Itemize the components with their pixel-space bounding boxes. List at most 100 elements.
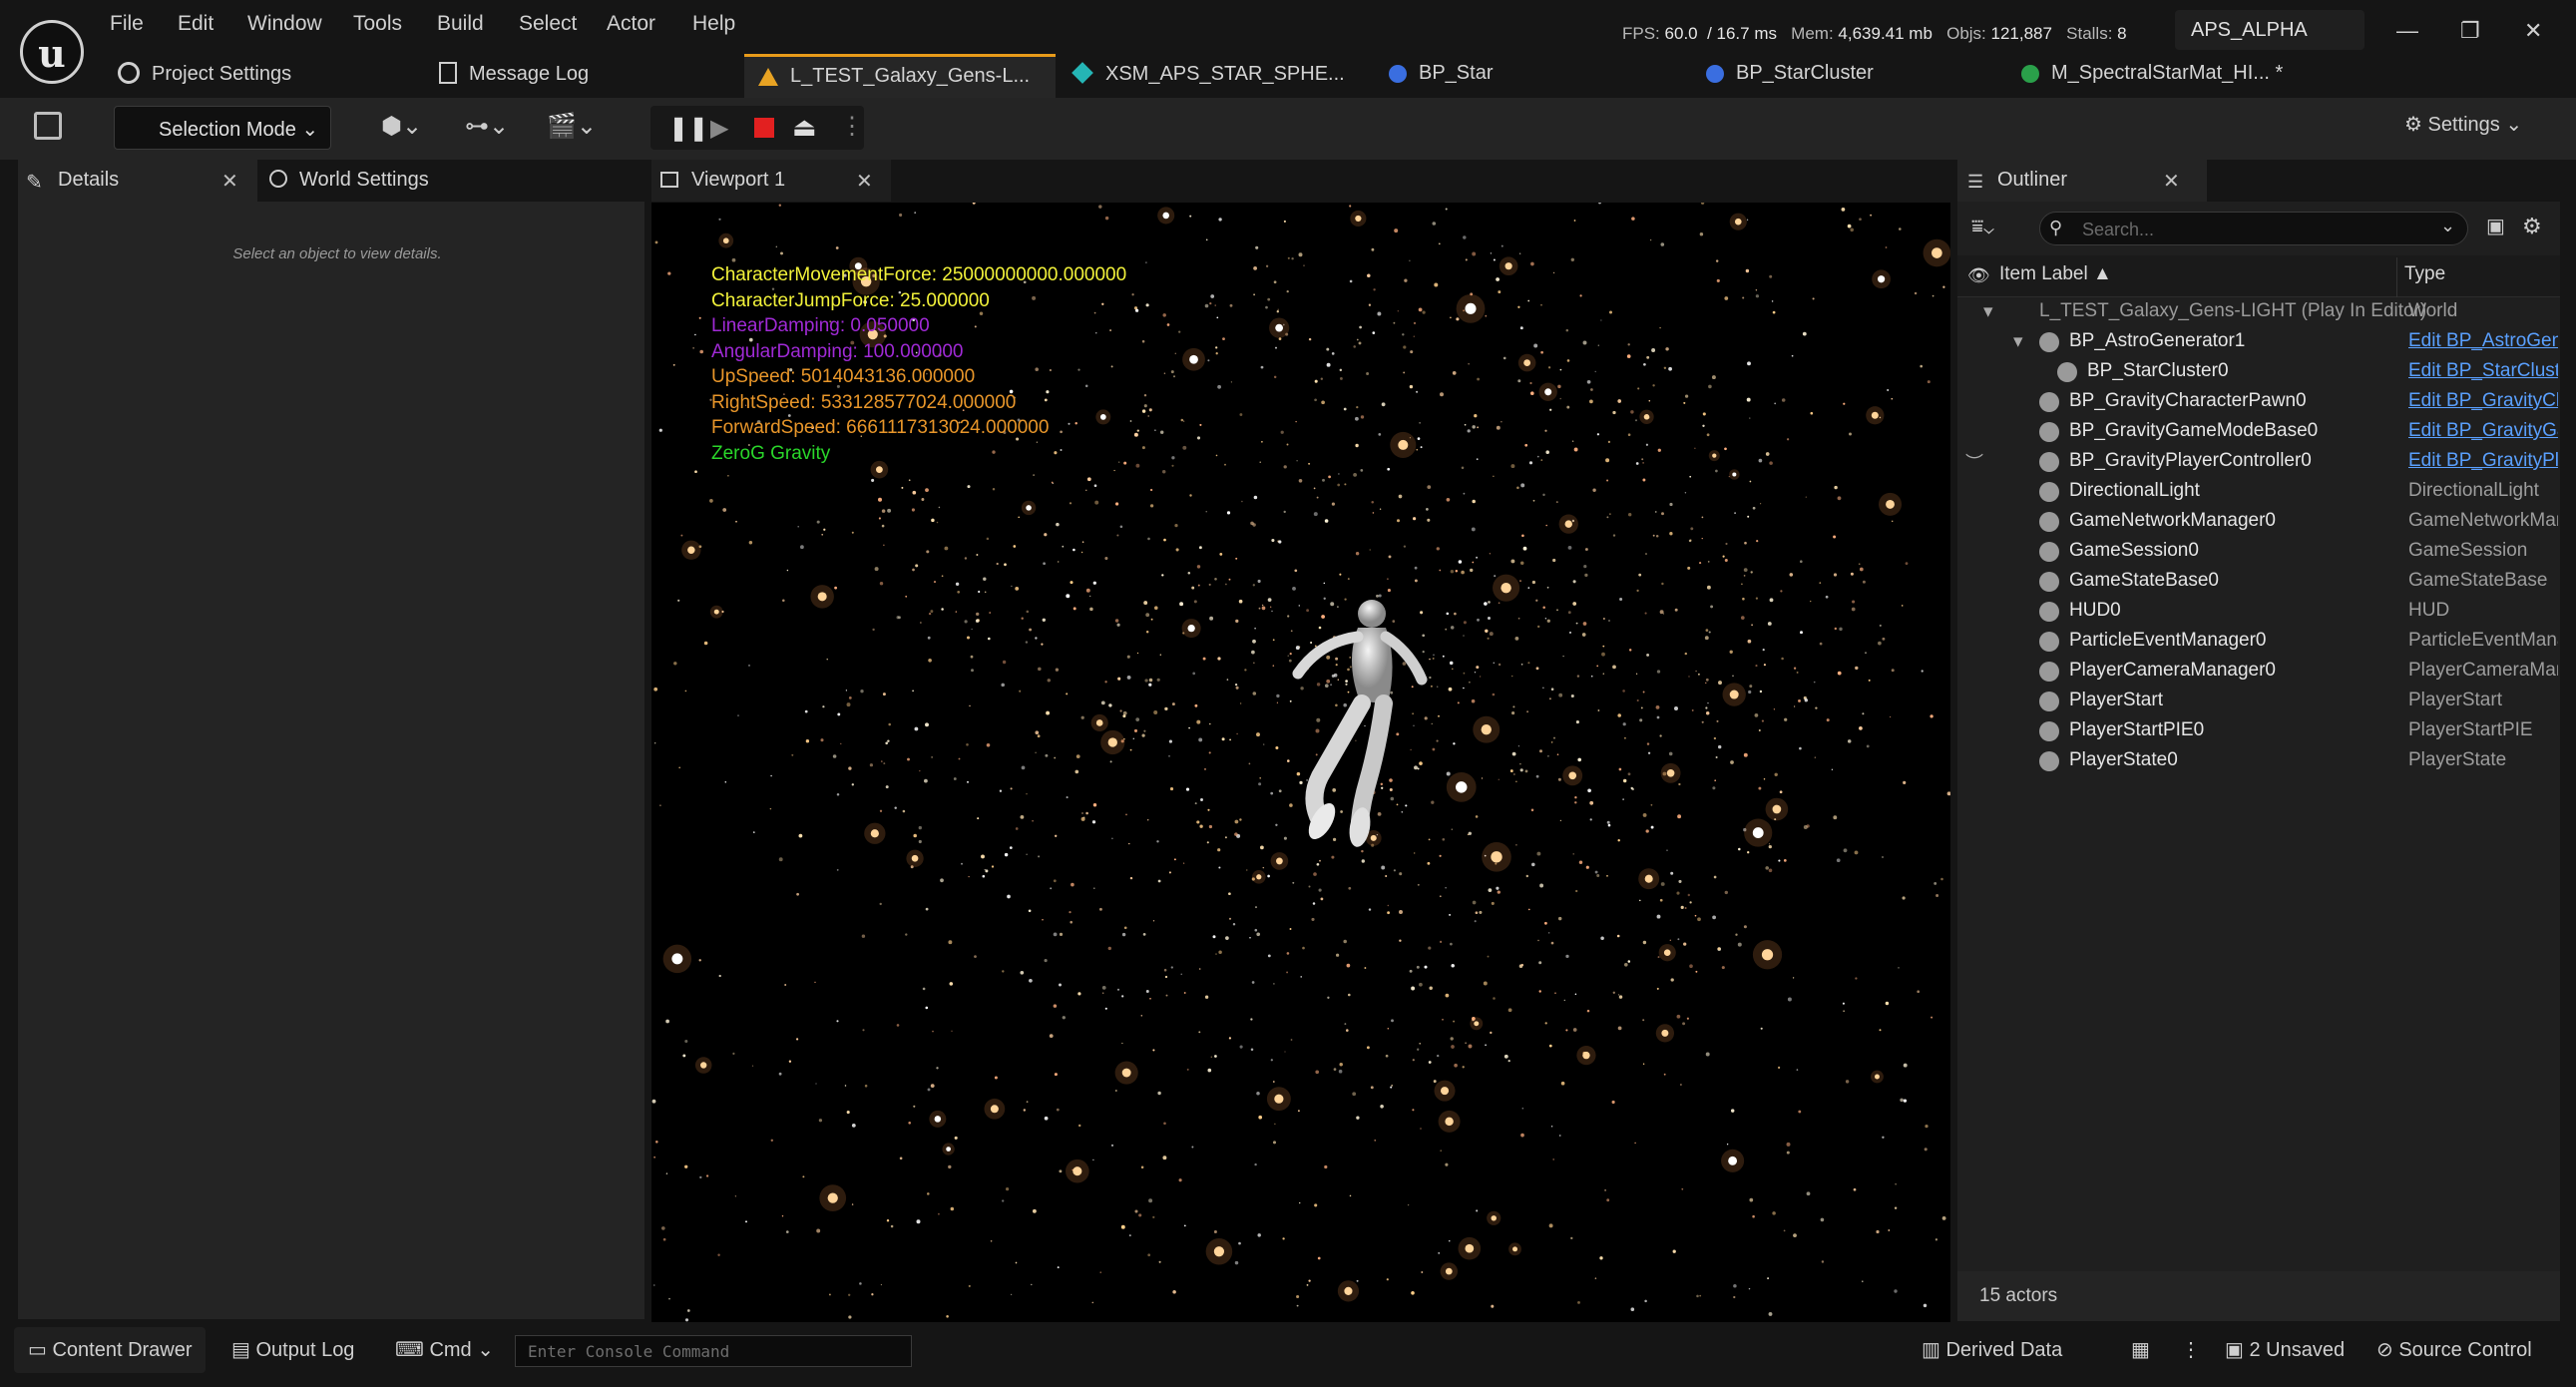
add-folder-icon[interactable]: ▣ bbox=[2486, 214, 2505, 238]
outliner-row[interactable]: GameNetworkManager0 GameNetworkManager bbox=[1957, 507, 2560, 537]
outliner-row[interactable]: DirectionalLight DirectionalLight bbox=[1957, 477, 2560, 507]
outliner-item-label: GameStateBase0 bbox=[2069, 570, 2219, 591]
expand-arrow-icon[interactable]: ▾ bbox=[2013, 330, 2023, 353]
unsaved-button[interactable]: ▣ 2 Unsaved bbox=[2225, 1337, 2345, 1362]
filter-icon[interactable]: ⩸⌄ bbox=[1971, 216, 1994, 238]
tab-static-mesh[interactable]: XSM_APS_STAR_SPHE... bbox=[1072, 54, 1345, 98]
outliner-item-label: BP_StarCluster0 bbox=[2087, 360, 2229, 381]
tab-level[interactable]: L_TEST_Galaxy_Gens-L... bbox=[744, 54, 1056, 98]
edit-blueprint-link[interactable]: Edit BP_StarCluster bbox=[2408, 360, 2558, 382]
tab-world-settings[interactable]: World Settings bbox=[259, 160, 509, 202]
actor-icon bbox=[2039, 721, 2059, 741]
menu-build[interactable]: Build bbox=[437, 12, 484, 36]
globe-icon bbox=[269, 170, 287, 188]
console-input[interactable]: Enter Console Command bbox=[515, 1335, 912, 1367]
tab-material[interactable]: M_SpectralStarMat_HI... * bbox=[2021, 54, 2283, 98]
menu-edit[interactable]: Edit bbox=[178, 12, 214, 36]
menu-tools[interactable]: Tools bbox=[353, 12, 402, 36]
outliner-row[interactable]: BP_StarCluster0 Edit BP_StarCluster bbox=[1957, 357, 2560, 387]
menu-select[interactable]: Select bbox=[519, 12, 577, 36]
actor-icon bbox=[2039, 572, 2059, 592]
outliner-settings-icon[interactable]: ⚙ bbox=[2522, 214, 2542, 239]
tab-bp-star[interactable]: BP_Star bbox=[1389, 54, 1493, 98]
cmd-dropdown[interactable]: ⌨ Cmd ⌄ bbox=[395, 1337, 494, 1362]
hud-line: UpSpeed: 5014043136.000000 bbox=[711, 366, 976, 387]
outliner-item-label: BP_AstroGenerator1 bbox=[2069, 330, 2246, 351]
add-actor-icon[interactable]: ⬢⌄ bbox=[381, 112, 422, 141]
tab-bp-starcluster[interactable]: BP_StarCluster bbox=[1706, 54, 1874, 98]
cinematics-icon[interactable]: 🎬⌄ bbox=[547, 112, 597, 141]
outliner-item-type: ParticleEventManager bbox=[2408, 630, 2558, 651]
source-control-icon: ⊘ bbox=[2376, 1339, 2393, 1361]
hud-line: RightSpeed: 533128577024.000000 bbox=[711, 391, 1017, 413]
outliner-row[interactable]: BP_GravityPlayerController0 Edit BP_Gravi… bbox=[1957, 447, 2560, 477]
column-divider[interactable] bbox=[2396, 257, 2397, 297]
settings-button[interactable]: ⚙ Settings ⌄ bbox=[2404, 112, 2522, 137]
outliner-row[interactable]: ▾ L_TEST_Galaxy_Gens-LIGHT (Play In Edito… bbox=[1957, 297, 2560, 327]
more-options-icon[interactable]: ⋮ bbox=[840, 112, 864, 141]
close-window-icon[interactable]: ✕ bbox=[2524, 18, 2542, 44]
unreal-logo-icon[interactable]: u bbox=[20, 20, 84, 84]
outliner-row[interactable]: GameSession0 GameSession bbox=[1957, 537, 2560, 567]
source-control-button[interactable]: ⊘ Source Control bbox=[2376, 1337, 2532, 1362]
outliner-row[interactable]: BP_GravityGameModeBase0 Edit BP_GravityGa… bbox=[1957, 417, 2560, 447]
blueprint-menu-icon[interactable]: ⊶⌄ bbox=[465, 112, 509, 141]
eject-icon[interactable]: ⏏ bbox=[792, 112, 817, 143]
close-outliner-icon[interactable]: ✕ bbox=[2163, 169, 2180, 194]
close-details-icon[interactable]: ✕ bbox=[221, 169, 238, 194]
outliner-item-label: PlayerCameraManager0 bbox=[2069, 660, 2276, 681]
outliner-item-type: PlayerCameraManager bbox=[2408, 660, 2558, 681]
outliner-row[interactable]: GameStateBase0 GameStateBase bbox=[1957, 567, 2560, 597]
selection-mode-label: Selection Mode bbox=[159, 119, 296, 141]
menu-actor[interactable]: Actor bbox=[607, 12, 655, 36]
step-icon[interactable]: ▶ bbox=[710, 114, 728, 143]
outliner-item-type: PlayerState bbox=[2408, 749, 2507, 770]
edit-blueprint-link[interactable]: Edit BP_GravityGameModeBase bbox=[2408, 420, 2558, 442]
network-icon[interactable]: ▦ bbox=[2131, 1337, 2150, 1362]
restore-icon[interactable]: ❐ bbox=[2460, 18, 2480, 44]
outliner-item-label: BP_GravityPlayerController0 bbox=[2069, 450, 2312, 471]
selection-mode-dropdown[interactable]: Selection Mode ⌄ bbox=[114, 106, 331, 150]
content-drawer-button[interactable]: ▭ Content Drawer bbox=[28, 1337, 193, 1362]
stop-icon[interactable] bbox=[754, 118, 774, 138]
menu-help[interactable]: Help bbox=[692, 12, 735, 36]
hud-line: CharacterMovementForce: 25000000000.0000… bbox=[711, 264, 1127, 285]
outliner-row[interactable]: ParticleEventManager0 ParticleEventManage… bbox=[1957, 627, 2560, 657]
close-viewport-icon[interactable]: ✕ bbox=[856, 169, 873, 194]
pencil-icon: ✎ bbox=[26, 172, 43, 194]
col-item-label[interactable]: Item Label ▲ bbox=[1999, 263, 2112, 285]
save-icon[interactable] bbox=[34, 112, 62, 140]
edit-blueprint-link[interactable]: Edit BP_GravityPlayerController bbox=[2408, 450, 2558, 472]
project-settings-button[interactable]: Project Settings bbox=[118, 54, 291, 98]
eye-icon[interactable]: 👁 bbox=[1967, 265, 1990, 286]
outliner-item-label: BP_GravityGameModeBase0 bbox=[2069, 420, 2319, 441]
outliner-search-input[interactable]: Search... bbox=[2039, 212, 2468, 245]
outliner-row[interactable]: PlayerStartPIE0 PlayerStartPIE bbox=[1957, 716, 2560, 746]
output-log-button[interactable]: ▤ Output Log bbox=[231, 1337, 354, 1362]
menu-file[interactable]: File bbox=[110, 12, 144, 36]
edit-blueprint-link[interactable]: Edit BP_AstroGenerator bbox=[2408, 330, 2558, 352]
derived-data-button[interactable]: ▥ Derived Data bbox=[1922, 1337, 2062, 1362]
menu-window[interactable]: Window bbox=[247, 12, 322, 36]
outliner-row[interactable]: ▾ BP_AstroGenerator1 Edit BP_AstroGenerato… bbox=[1957, 327, 2560, 357]
chevron-down-icon[interactable]: ⌄ bbox=[2440, 216, 2455, 236]
tab-viewport[interactable]: Viewport 1 bbox=[651, 160, 891, 202]
pause-icon[interactable]: ❚❚ bbox=[668, 114, 708, 143]
outliner-item-label: GameSession0 bbox=[2069, 540, 2199, 561]
viewport-3d[interactable]: CharacterMovementForce: 25000000000.0000… bbox=[651, 203, 1950, 1322]
outliner-label: Outliner bbox=[1997, 169, 2068, 191]
edit-blueprint-link[interactable]: Edit BP_GravityCharacterPawn bbox=[2408, 390, 2558, 412]
outliner-row[interactable]: HUD0 HUD bbox=[1957, 597, 2560, 627]
outliner-item-type: PlayerStartPIE bbox=[2408, 719, 2533, 740]
outliner-row[interactable]: PlayerCameraManager0 PlayerCameraManager bbox=[1957, 657, 2560, 687]
static-mesh-icon bbox=[1072, 62, 1093, 84]
level-icon bbox=[758, 68, 778, 86]
outliner-row[interactable]: PlayerStart PlayerStart bbox=[1957, 687, 2560, 716]
message-log-button[interactable]: Message Log bbox=[439, 54, 589, 98]
outliner-row[interactable]: BP_GravityCharacterPawn0 Edit BP_GravityC… bbox=[1957, 387, 2560, 417]
more-icon[interactable]: ⋮ bbox=[2181, 1337, 2201, 1362]
expand-arrow-icon[interactable]: ▾ bbox=[1983, 300, 1993, 323]
col-type[interactable]: Type bbox=[2404, 263, 2445, 285]
outliner-row[interactable]: PlayerState0 PlayerState bbox=[1957, 746, 2560, 776]
minimize-icon[interactable]: — bbox=[2396, 18, 2418, 44]
